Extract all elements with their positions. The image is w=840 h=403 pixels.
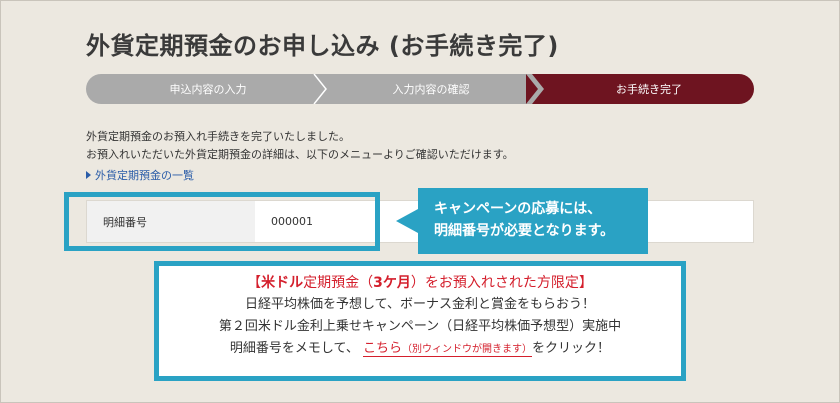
campaign-link-note: （別ウィンドウが開きます） xyxy=(402,344,533,355)
promo-heading-close: ）をお預入れされた方限定】 xyxy=(410,275,593,291)
deposit-list-link-label: 外貨定期預金の一覧 xyxy=(95,169,194,182)
completion-message-line2: お預入れいただいた外貨定期預金の詳細は、以下のメニューよりご確認いただけます。 xyxy=(86,148,514,161)
completion-message-line1: 外貨定期預金のお預入れ手続きを完了いたしました。 xyxy=(86,130,350,143)
campaign-link-label: こちら xyxy=(363,341,403,356)
campaign-callout: キャンペーンの応募には、 明細番号が必要となります。 xyxy=(418,188,648,254)
promo-heading-mid: 定期預金（ xyxy=(303,275,374,291)
campaign-callout-line1: キャンペーンの応募には、 xyxy=(434,201,602,217)
step-divider-icon xyxy=(526,74,544,104)
step-divider-icon xyxy=(313,74,327,104)
campaign-promo-box: 【米ドル定期預金（3ケ月）をお預入れされた方限定】 日経平均株価を予想して、ボー… xyxy=(154,261,686,381)
step-confirm: 入力内容の確認 xyxy=(318,74,532,104)
promo-line4-pre: 明細番号をメモして、 xyxy=(229,341,359,356)
step-input-label: 申込内容の入力 xyxy=(169,83,247,96)
callout-pointer xyxy=(396,209,418,233)
detail-number-highlight xyxy=(64,192,380,251)
promo-line4: 明細番号をメモして、 こちら（別ウィンドウが開きます）をクリック！ xyxy=(159,338,681,361)
arrow-right-icon xyxy=(86,171,91,179)
campaign-link[interactable]: こちら（別ウィンドウが開きます） xyxy=(363,341,533,357)
step-confirm-label: 入力内容の確認 xyxy=(392,83,470,96)
step-complete-label: お手続き完了 xyxy=(616,83,682,96)
promo-line4-post: をクリック！ xyxy=(532,341,611,356)
promo-currency: 米ドル xyxy=(261,275,304,291)
promo-line3: 第２回米ドル金利上乗せキャンペーン（日経平均株価予想型）実施中 xyxy=(218,319,622,334)
deposit-list-link[interactable]: 外貨定期預金の一覧 xyxy=(86,167,194,183)
step-complete: お手続き完了 xyxy=(532,74,754,104)
promo-line2: 日経平均株価を予想して、ボーナス金利と賞金をもらおう！ xyxy=(245,297,595,312)
promo-heading-open: 【 xyxy=(247,275,262,291)
promo-heading: 【米ドル定期預金（3ケ月）をお預入れされた方限定】 xyxy=(159,272,681,294)
step-progress-bar: 申込内容の入力 入力内容の確認 お手続き完了 xyxy=(86,74,754,104)
campaign-callout-line2: 明細番号が必要となります。 xyxy=(434,223,615,239)
completion-message: 外貨定期預金のお預入れ手続きを完了いたしました。 お預入れいただいた外貨定期預金… xyxy=(86,128,514,164)
page-title: 外貨定期預金のお申し込み (お手続き完了) xyxy=(86,32,559,60)
promo-term: 3ケ月 xyxy=(373,275,411,291)
step-input: 申込内容の入力 xyxy=(86,74,318,104)
